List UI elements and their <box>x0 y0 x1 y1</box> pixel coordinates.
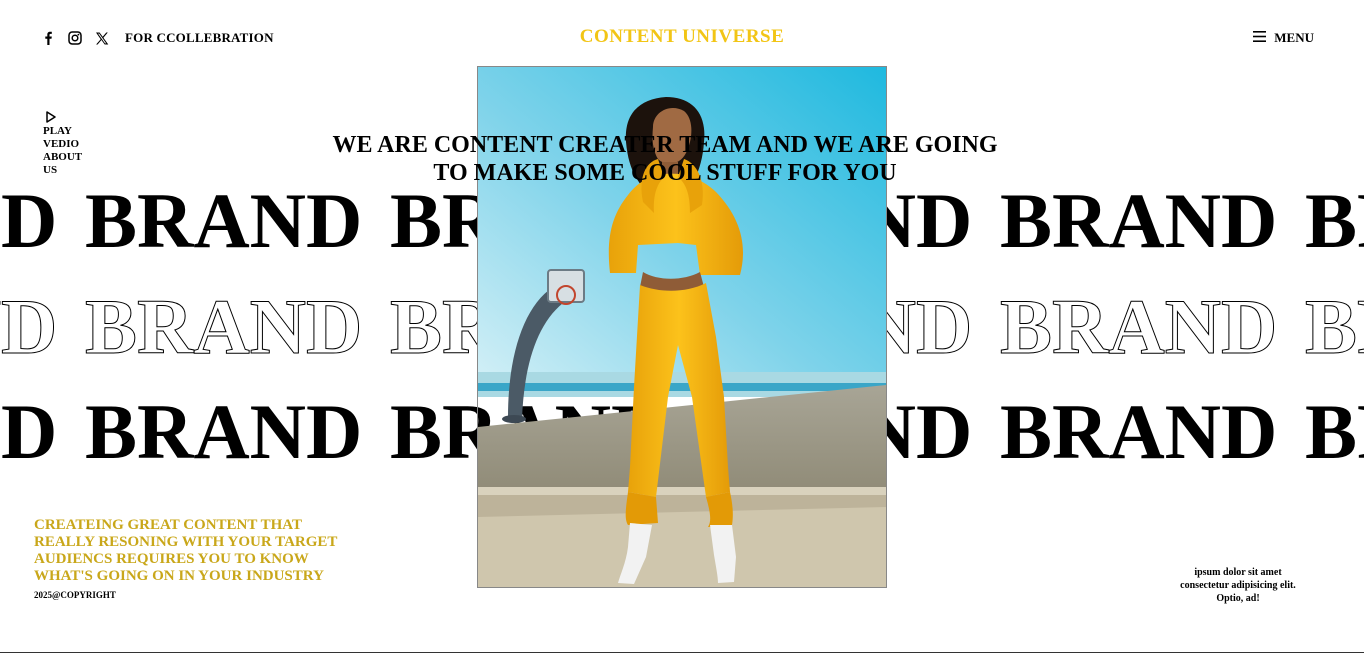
site-brand: CONTENT UNIVERSE <box>0 26 1364 48</box>
marquee-word: BRAND <box>85 388 363 475</box>
marquee-word: BRAND <box>1305 388 1364 475</box>
hero-headline: WE ARE CONTENT CREATER TEAM AND WE ARE G… <box>300 131 1030 187</box>
marquee-word-outline: BRAND <box>1304 283 1364 371</box>
brand-title[interactable]: CONTENT UNIVERSE <box>580 26 785 48</box>
menu-label: MENU <box>1274 30 1314 45</box>
bottom-divider <box>0 652 1364 653</box>
play-video-label: PLAY VEDIO ABOUT US <box>43 125 82 176</box>
footer-tagline: CREATEING GREAT CONTENT THAT REALLY RESO… <box>34 517 338 584</box>
hamburger-icon <box>1253 30 1267 46</box>
marquee-word-outline: BRAND <box>999 283 1278 371</box>
marquee-word: BRAND <box>0 177 58 264</box>
marquee-word-outline: BRAND <box>0 283 58 371</box>
copyright-text: 2025@COPYRIGHT <box>34 590 116 600</box>
footer-description: ipsum dolor sit amet consectetur adipisi… <box>1180 567 1296 604</box>
play-video-button[interactable]: PLAY VEDIO ABOUT US <box>43 110 93 177</box>
play-icon <box>46 110 56 123</box>
menu-button[interactable]: MENU <box>1253 30 1314 46</box>
marquee-word: BRAND <box>0 388 58 475</box>
marquee-word: BRAND <box>1000 388 1278 475</box>
marquee-word: BRAND <box>1305 177 1364 264</box>
marquee-word: BRAND <box>1000 177 1278 264</box>
marquee-word: BRAND <box>85 177 363 264</box>
headline-line-2: TO MAKE SOME COOL STUFF FOR YOU <box>433 160 897 186</box>
marquee-word-outline: BRAND <box>84 283 363 371</box>
headline-line-1: WE ARE CONTENT CREATER TEAM AND WE ARE G… <box>332 132 998 158</box>
